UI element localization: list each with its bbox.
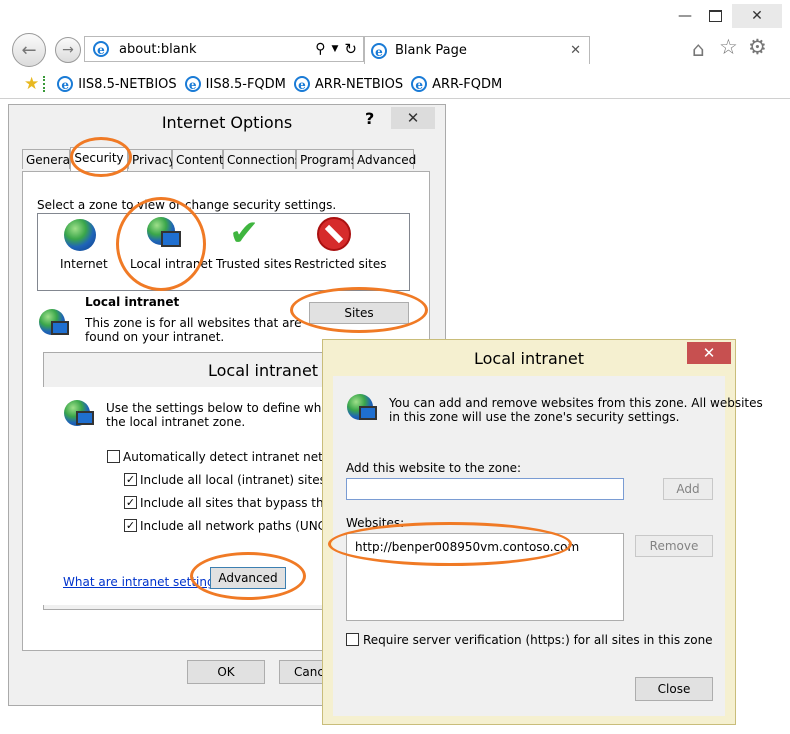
checkmark-icon: ✔	[229, 213, 260, 254]
favorite-label: IIS8.5-NETBIOS	[78, 76, 177, 92]
favorite-item[interactable]: e ARR-NETBIOS	[293, 76, 404, 92]
divider	[43, 76, 49, 92]
zone-trusted-sites-label: Trusted sites	[216, 257, 292, 271]
favorite-item[interactable]: e IIS8.5-NETBIOS	[57, 76, 177, 92]
advanced-button[interactable]: Advanced	[210, 567, 286, 589]
include-network-paths-checkbox[interactable]: ✓	[124, 519, 137, 532]
ie-icon: e	[293, 76, 310, 92]
window-close-button[interactable]: ✕	[732, 4, 782, 28]
sites-description-line1: You can add and remove websites from thi…	[389, 396, 763, 410]
zone-restricted-sites-label: Restricted sites	[294, 257, 387, 271]
tab-ie-icon: e	[371, 42, 387, 59]
local-intranet-settings-dialog: Local intranet Use the settings below to…	[41, 352, 361, 610]
ie-icon: e	[184, 76, 201, 92]
tab-privacy[interactable]: Privacy	[128, 149, 175, 169]
monitor-icon	[161, 231, 181, 247]
tab-strip: General Security Privacy Content Connect…	[22, 147, 416, 171]
close-button[interactable]: Close	[635, 677, 713, 701]
address-text: about:blank	[119, 41, 197, 57]
zone-description-line2: found on your intranet.	[85, 330, 225, 344]
ie-icon: e	[57, 76, 74, 92]
websites-label: Websites:	[346, 516, 405, 530]
tab-connections[interactable]: Connections	[223, 149, 301, 169]
zone-internet-label: Internet	[60, 257, 108, 271]
globe-icon	[64, 219, 96, 251]
intranet-settings-help-link[interactable]: What are intranet settings?	[63, 575, 227, 589]
address-bar[interactable]: e about:blank ⚲ ▼ ↻	[84, 36, 364, 62]
dialog-title: Internet Options	[161, 113, 293, 132]
zone-restricted-sites[interactable]	[309, 215, 359, 255]
favorites-bar: ★ e IIS8.5-NETBIOS e IIS8.5-FQDM e ARR-NETB…	[0, 70, 790, 98]
home-icon[interactable]: ⌂	[692, 37, 705, 61]
chevron-down-icon[interactable]: ▼	[332, 44, 339, 54]
search-icon[interactable]: ⚲	[315, 41, 325, 57]
ie-icon: e	[411, 76, 428, 92]
sites-button[interactable]: Sites	[309, 302, 409, 324]
maximize-button[interactable]	[702, 4, 728, 28]
monitor-icon	[359, 406, 377, 420]
dialog-title: Local intranet	[473, 349, 585, 368]
add-website-input[interactable]	[346, 478, 624, 500]
gear-icon[interactable]: ⚙	[748, 35, 767, 59]
sites-description-line2: in this zone will use the zone's securit…	[389, 410, 680, 424]
ok-button[interactable]: OK	[187, 660, 265, 684]
tab-title: Blank Page	[395, 43, 467, 58]
tab-general[interactable]: General	[22, 149, 73, 169]
auto-detect-label: Automatically detect intranet network	[123, 450, 352, 464]
tab-security[interactable]: Security	[70, 147, 128, 171]
favorite-item[interactable]: e ARR-FQDM	[411, 76, 502, 92]
restricted-icon	[317, 217, 351, 251]
favorite-item[interactable]: e IIS8.5-FQDM	[184, 76, 286, 92]
back-button[interactable]: ←	[12, 33, 46, 67]
include-network-paths-label: Include all network paths (UNCs)	[140, 519, 337, 533]
list-item[interactable]: http://benper008950vm.contoso.com	[355, 540, 579, 554]
require-https-label: Require server verification (https:) for…	[363, 633, 713, 647]
dialog-close-button[interactable]: ✕	[687, 342, 731, 364]
auto-detect-checkbox[interactable]	[107, 450, 120, 463]
ie-page-icon: e	[93, 41, 109, 57]
select-zone-text: Select a zone to view or change security…	[37, 198, 337, 212]
require-https-checkbox[interactable]	[346, 633, 359, 646]
include-local-sites-checkbox[interactable]: ✓	[124, 473, 137, 486]
websites-list[interactable]: http://benper008950vm.contoso.com	[346, 533, 624, 621]
tab-advanced[interactable]: Advanced	[353, 149, 416, 169]
maximize-icon	[708, 10, 722, 22]
add-favorites-icon[interactable]: ★	[24, 74, 39, 94]
settings-description-line2: the local intranet zone.	[106, 415, 246, 429]
tab-programs[interactable]: Programs	[296, 149, 357, 169]
help-button[interactable]: ?	[365, 109, 374, 128]
tab-content[interactable]: Content	[172, 149, 224, 169]
local-intranet-sites-dialog: Local intranet ✕ You can add and remove …	[322, 339, 763, 725]
favorites-star-icon[interactable]: ☆	[719, 35, 738, 59]
add-website-label: Add this website to the zone:	[346, 461, 522, 475]
favorite-label: IIS8.5-FQDM	[205, 76, 286, 92]
zone-monitor-icon	[51, 321, 69, 335]
chrome-divider	[0, 98, 790, 99]
zone-local-intranet-label: Local intranet	[130, 257, 213, 271]
zone-description-line1: This zone is for all websites that are	[85, 316, 302, 330]
zone-trusted-sites[interactable]: ✔	[223, 213, 273, 263]
forward-button[interactable]: →	[55, 37, 81, 63]
browser-tab[interactable]: e Blank Page ✕	[364, 36, 590, 64]
dialog-close-button[interactable]: ✕	[391, 107, 435, 129]
include-bypass-proxy-checkbox[interactable]: ✓	[124, 496, 137, 509]
monitor-icon	[76, 411, 94, 425]
zone-heading: Local intranet	[85, 295, 180, 309]
tab-close-icon[interactable]: ✕	[570, 43, 581, 58]
favorite-label: ARR-NETBIOS	[314, 76, 404, 92]
favorite-label: ARR-FQDM	[432, 76, 503, 92]
remove-button[interactable]: Remove	[635, 535, 713, 557]
refresh-icon[interactable]: ↻	[344, 40, 357, 58]
minimize-button[interactable]: —	[672, 4, 698, 28]
add-button[interactable]: Add	[663, 478, 713, 500]
